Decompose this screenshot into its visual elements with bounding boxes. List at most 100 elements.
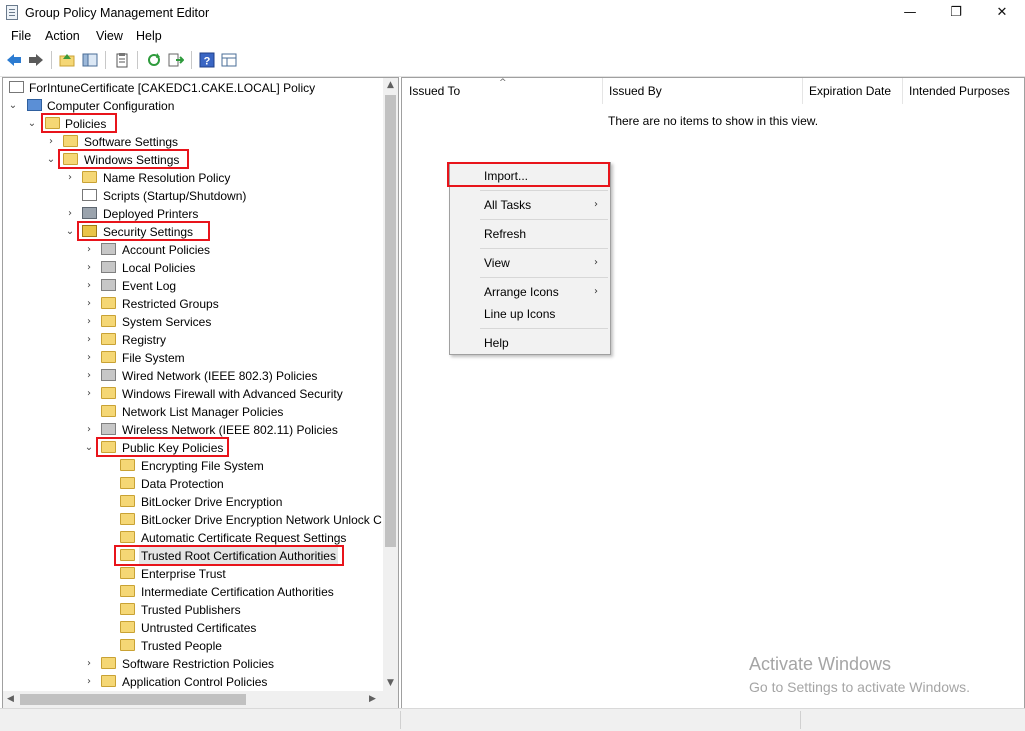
tree-label: Enterprise Trust [141, 567, 226, 581]
back-arrow-icon[interactable] [6, 52, 22, 68]
tree-node-registry[interactable]: › Registry [3, 331, 383, 349]
menu-item-arrange-icons[interactable]: Arrange Icons › [450, 281, 610, 303]
menu-item-all-tasks[interactable]: All Tasks › [450, 194, 610, 216]
tree-node-restricted-groups[interactable]: › Restricted Groups [3, 295, 383, 313]
maximize-button[interactable]: ❐ [933, 0, 979, 26]
tree-node-enterprise-trust[interactable]: Enterprise Trust [3, 565, 383, 583]
collapsed-chevron-icon[interactable]: › [84, 295, 94, 313]
column-divider[interactable] [802, 78, 803, 104]
tree-label: Network List Manager Policies [122, 405, 284, 419]
tree-vertical-scrollbar[interactable]: ▲ ▼ [383, 78, 398, 691]
tree-node-system-services[interactable]: › System Services [3, 313, 383, 331]
menu-item-help[interactable]: Help [450, 332, 610, 354]
tree-node-bitlocker-network-unlock[interactable]: BitLocker Drive Encryption Network Unloc… [3, 511, 383, 529]
lock-folder-icon [101, 315, 116, 327]
collapsed-chevron-icon[interactable]: › [84, 331, 94, 349]
tree-node-intermediate-ca[interactable]: Intermediate Certification Authorities [3, 583, 383, 601]
tree-node-file-system[interactable]: › File System [3, 349, 383, 367]
tree-node-wired-network[interactable]: › Wired Network (IEEE 802.3) Policies [3, 367, 383, 385]
collapsed-chevron-icon[interactable]: › [84, 655, 94, 673]
folder-icon [120, 585, 135, 597]
forward-arrow-icon[interactable] [28, 52, 44, 68]
tree-node-encrypting-file-system[interactable]: Encrypting File System [3, 457, 383, 475]
refresh-icon[interactable] [146, 52, 162, 68]
tree-node-data-protection[interactable]: Data Protection [3, 475, 383, 493]
column-divider[interactable] [902, 78, 903, 104]
folder-icon [120, 621, 135, 633]
collapsed-chevron-icon[interactable]: › [65, 205, 75, 223]
collapsed-chevron-icon[interactable]: › [84, 673, 94, 691]
close-button[interactable]: ✕ [979, 0, 1025, 26]
collapsed-chevron-icon[interactable]: › [84, 421, 94, 439]
collapsed-chevron-icon[interactable]: › [84, 349, 94, 367]
folder-icon [82, 171, 97, 183]
menu-view[interactable]: View [96, 29, 123, 43]
clipboard-icon[interactable] [114, 52, 130, 68]
collapsed-chevron-icon[interactable]: › [84, 277, 94, 295]
scroll-right-icon[interactable]: ▶ [369, 694, 376, 704]
tree-node-bitlocker[interactable]: BitLocker Drive Encryption [3, 493, 383, 511]
column-header-issued-by[interactable]: Issued By [609, 84, 662, 98]
scroll-down-icon[interactable]: ▼ [387, 678, 394, 688]
tree-node-software-restriction[interactable]: › Software Restriction Policies [3, 655, 383, 673]
menu-item-line-up-icons[interactable]: Line up Icons [450, 303, 610, 325]
tree-label: Registry [122, 333, 167, 347]
tree-node-windows-firewall[interactable]: › Windows Firewall with Advanced Securit… [3, 385, 383, 403]
properties-grid-icon[interactable] [221, 52, 237, 68]
column-header-issued-to[interactable]: Issued To [409, 84, 460, 98]
tree-label: Wired Network (IEEE 802.3) Policies [122, 369, 318, 383]
collapsed-chevron-icon[interactable]: › [84, 259, 94, 277]
collapsed-chevron-icon[interactable]: › [84, 241, 94, 259]
tree-node-trusted-people[interactable]: Trusted People [3, 637, 383, 655]
expanded-chevron-icon[interactable]: ⌄ [46, 151, 56, 169]
scroll-up-icon[interactable]: ▲ [387, 80, 394, 90]
tree-label: Local Policies [122, 261, 196, 275]
collapsed-chevron-icon[interactable]: › [65, 169, 75, 187]
sort-ascending-icon: ^ [499, 78, 507, 88]
policy-settings-icon [101, 243, 116, 255]
collapsed-chevron-icon[interactable]: › [46, 133, 56, 151]
expanded-chevron-icon[interactable]: ⌄ [27, 115, 37, 133]
expanded-chevron-icon[interactable]: ⌄ [84, 439, 94, 457]
tree-horizontal-scrollbar[interactable]: ◀ ▶ [3, 691, 398, 708]
tree-node-untrusted-certificates[interactable]: Untrusted Certificates [3, 619, 383, 637]
collapsed-chevron-icon[interactable]: › [84, 385, 94, 403]
column-divider[interactable] [602, 78, 603, 104]
tree-node-root[interactable]: ForIntuneCertificate [CAKEDC1.CAKE.LOCAL… [3, 79, 383, 97]
scroll-left-icon[interactable]: ◀ [7, 694, 14, 704]
folder-icon [120, 531, 135, 543]
tree-node-scripts[interactable]: Scripts (Startup/Shutdown) [3, 187, 383, 205]
collapsed-chevron-icon[interactable]: › [84, 367, 94, 385]
minimize-button[interactable]: — [887, 0, 933, 26]
collapsed-chevron-icon[interactable]: › [84, 313, 94, 331]
folder-icon [101, 657, 116, 669]
export-list-icon[interactable] [168, 52, 184, 68]
column-header-intended-purposes[interactable]: Intended Purposes [909, 84, 1010, 98]
tree-node-app-control[interactable]: › Application Control Policies [3, 673, 383, 691]
show-hide-tree-icon[interactable] [82, 52, 98, 68]
menu-action[interactable]: Action [45, 29, 80, 43]
tree-node-name-resolution-policy[interactable]: › Name Resolution Policy [3, 169, 383, 187]
tree-node-event-log[interactable]: › Event Log [3, 277, 383, 295]
scrollbar-thumb[interactable] [385, 95, 396, 547]
empty-list-message: There are no items to show in this view. [608, 114, 819, 128]
tree-node-trusted-publishers[interactable]: Trusted Publishers [3, 601, 383, 619]
folder-icon [101, 675, 116, 687]
toolbar: ? [0, 46, 1025, 77]
tree-node-account-policies[interactable]: › Account Policies [3, 241, 383, 259]
up-folder-icon[interactable] [59, 52, 75, 68]
expanded-chevron-icon[interactable]: ⌄ [65, 223, 75, 241]
help-icon[interactable]: ? [199, 52, 215, 68]
expanded-chevron-icon[interactable]: ⌄ [8, 97, 18, 115]
scrollbar-thumb[interactable] [20, 694, 246, 705]
menu-bar: File Action View Help [0, 26, 1025, 46]
menu-file[interactable]: File [11, 29, 31, 43]
toolbar-separator [191, 51, 192, 69]
tree-node-local-policies[interactable]: › Local Policies [3, 259, 383, 277]
menu-help[interactable]: Help [136, 29, 162, 43]
menu-item-view[interactable]: View › [450, 252, 610, 274]
column-header-expiration-date[interactable]: Expiration Date [809, 84, 891, 98]
tree-node-network-list-manager[interactable]: Network List Manager Policies [3, 403, 383, 421]
menu-item-refresh[interactable]: Refresh [450, 223, 610, 245]
toolbar-separator [105, 51, 106, 69]
